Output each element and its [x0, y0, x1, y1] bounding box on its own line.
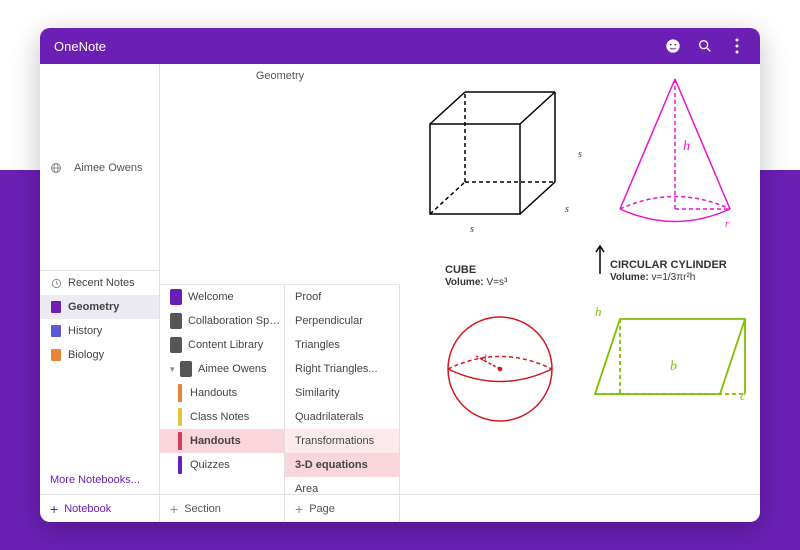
notebook-item[interactable]: Geometry [40, 295, 159, 319]
page-label: Right Triangles... [295, 363, 378, 375]
section-group-icon [170, 337, 182, 353]
sphere-diagram [440, 309, 560, 429]
section-item[interactable]: ▾ Aimee Owens [160, 357, 284, 381]
footer: +Notebook +Section +Page [40, 494, 760, 522]
prism-b: b [670, 359, 677, 375]
page-label: Area [295, 483, 318, 494]
app-window: OneNote Aimee Owens Recent Notes Geometry… [40, 28, 760, 522]
notebook-label: Biology [68, 349, 104, 361]
app-title: OneNote [54, 39, 106, 54]
user-name: Aimee Owens [74, 162, 142, 174]
clock-icon [50, 277, 62, 289]
section-label: Aimee Owens [198, 363, 266, 375]
section-label: Quizzes [190, 459, 230, 471]
more-icon[interactable] [728, 37, 746, 55]
section-item[interactable]: Handouts [160, 381, 284, 405]
section-label: Content Library [188, 339, 263, 351]
page-item[interactable]: Proof [285, 285, 399, 309]
page-item[interactable]: Perpendicular [285, 309, 399, 333]
add-notebook-button[interactable]: +Notebook [40, 495, 160, 522]
emoji-icon[interactable] [664, 37, 682, 55]
section-item[interactable]: Collaboration Spa... [160, 309, 284, 333]
book-icon [50, 349, 62, 361]
section-item[interactable]: Quizzes [160, 453, 284, 477]
page-item[interactable]: 3-D equations [285, 453, 399, 477]
notebook-label: Recent Notes [68, 277, 135, 289]
cube-s-bottom: s [470, 224, 474, 235]
section-item[interactable]: Class Notes [160, 405, 284, 429]
book-icon [50, 325, 62, 337]
page-label: Similarity [295, 387, 340, 399]
page-label: Triangles [295, 339, 340, 351]
page-item[interactable]: Quadrilaterals [285, 405, 399, 429]
page-label: Quadrilaterals [295, 411, 363, 423]
page-item[interactable]: Similarity [285, 381, 399, 405]
more-notebooks-link[interactable]: More Notebooks... [40, 466, 159, 494]
section-item[interactable]: Handouts [160, 429, 284, 453]
notebook-item[interactable]: History [40, 319, 159, 343]
sphere-d: d [482, 353, 487, 363]
cone-r: r [725, 219, 729, 230]
notebook-item[interactable]: Recent Notes [40, 271, 159, 295]
section-item[interactable]: Welcome [160, 285, 284, 309]
cube-s-diag: s [565, 204, 569, 215]
cone-h: h [683, 139, 690, 155]
globe-icon [50, 162, 62, 174]
section-group-icon [170, 313, 182, 329]
page-label: Transformations [295, 435, 374, 447]
book-icon [50, 301, 62, 313]
prism-h: h [595, 304, 602, 320]
plus-icon: + [50, 501, 58, 517]
prism-c: c [740, 389, 745, 404]
caret-icon: ▾ [170, 364, 178, 375]
plus-icon: + [170, 501, 178, 517]
page-item[interactable]: Area [285, 477, 399, 494]
cube-diagram [420, 84, 570, 224]
notebook-label: History [68, 325, 102, 337]
page-label: 3-D equations [295, 459, 368, 471]
section-label: Collaboration Spa... [188, 315, 284, 327]
cylinder-title: CIRCULAR CYLINDER [610, 259, 727, 271]
section-tab-icon [178, 408, 182, 426]
section-group-icon [180, 361, 192, 377]
cube-formula: Volume: Volume: V=s³V=s³ [445, 277, 507, 288]
account-header[interactable]: Aimee Owens [40, 64, 159, 271]
section-label: Welcome [188, 291, 234, 303]
cone-diagram [605, 74, 745, 244]
notebook-item[interactable]: Biology [40, 343, 159, 367]
section-item[interactable]: Content Library [160, 333, 284, 357]
section-label: Class Notes [190, 411, 249, 423]
plus-icon: + [295, 501, 303, 517]
notebook-title-header: Geometry [160, 64, 400, 285]
cube-s-right: s [578, 149, 582, 160]
cylinder-formula: Volume: v=1/3πr²h [610, 272, 695, 283]
section-group-icon [170, 289, 182, 305]
add-section-button[interactable]: +Section [160, 495, 285, 522]
page-item[interactable]: Triangles [285, 333, 399, 357]
search-icon[interactable] [696, 37, 714, 55]
section-label: Handouts [190, 387, 237, 399]
page-content: s s s h r CUBE Volume: Volume: V=s³V [400, 64, 760, 494]
notebooks-column: Aimee Owens Recent Notes Geometry History B… [40, 64, 160, 494]
titlebar: OneNote [40, 28, 760, 64]
add-page-button[interactable]: +Page [285, 495, 400, 522]
notebook-label: Geometry [68, 301, 119, 313]
arrow-icon [595, 244, 605, 274]
section-label: Handouts [190, 435, 241, 447]
sections-column: Geometry WelcomeCollaboration Spa...Cont… [160, 64, 285, 494]
cube-title: CUBE [445, 264, 476, 276]
page-item[interactable]: Transformations [285, 429, 399, 453]
section-tab-icon [178, 456, 182, 474]
section-tab-icon [178, 384, 182, 402]
page-label: Perpendicular [295, 315, 363, 327]
page-item[interactable]: Right Triangles... [285, 357, 399, 381]
page-label: Proof [295, 291, 321, 303]
section-tab-icon [178, 432, 182, 450]
